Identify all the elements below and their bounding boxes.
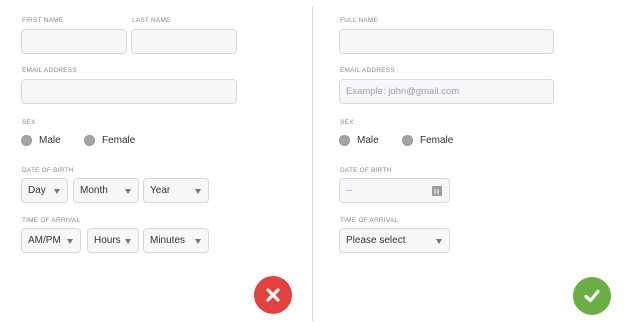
first-name-label: FIRST NAME <box>22 17 64 24</box>
radio-button[interactable] <box>402 134 413 146</box>
dob-year-select[interactable]: Year <box>143 178 209 203</box>
chevron-down-icon <box>67 239 73 244</box>
arrival-ampm-select[interactable]: AM/PM <box>21 228 81 253</box>
last-name-label: LAST NAME <box>132 17 171 24</box>
radio-button[interactable] <box>84 134 95 146</box>
select-value: Minutes <box>150 235 186 246</box>
radio-button[interactable] <box>21 134 32 146</box>
chevron-down-icon <box>195 239 201 244</box>
radio-label-male: Male <box>39 134 61 146</box>
email-field[interactable]: Example: john@gmail.com <box>339 79 554 104</box>
cancel-button[interactable] <box>254 276 292 314</box>
email-label: EMAIL ADDRESS <box>340 67 395 74</box>
dob-value: -- <box>346 185 353 196</box>
arrival-minutes-select[interactable]: Minutes <box>143 228 209 253</box>
first-name-field[interactable] <box>21 29 127 54</box>
email-field[interactable] <box>21 79 237 104</box>
dob-label: DATE OF BIRTH <box>340 167 392 174</box>
sex-label: SEX <box>22 119 36 126</box>
left-form-panel: FIRST NAME LAST NAME EMAIL ADDRESS SEX M… <box>0 0 312 327</box>
radio-label-female: Female <box>102 134 136 146</box>
chevron-down-icon <box>195 189 201 194</box>
chevron-down-icon <box>436 239 442 244</box>
arrival-label: TIME OF ARRIVAL <box>22 217 81 224</box>
full-name-field[interactable] <box>339 29 554 54</box>
last-name-field[interactable] <box>131 29 237 54</box>
arrival-select[interactable]: Please select <box>339 228 450 253</box>
sex-label: SEX <box>340 119 354 126</box>
dob-date-field[interactable]: -- <box>339 178 450 203</box>
right-form-panel: FULL NAME EMAIL ADDRESS Example: john@gm… <box>313 0 624 327</box>
check-icon <box>584 289 600 303</box>
select-value: Month <box>80 185 108 196</box>
chevron-down-icon <box>54 189 60 194</box>
select-value: Day <box>28 185 46 196</box>
sex-radio-male[interactable]: Male <box>339 133 379 147</box>
dob-day-select[interactable]: Day <box>21 178 68 203</box>
sex-radio-female[interactable]: Female <box>84 133 135 147</box>
dob-month-select[interactable]: Month <box>73 178 139 203</box>
select-value: Year <box>150 185 171 196</box>
arrival-hours-select[interactable]: Hours <box>87 228 139 253</box>
radio-label-female: Female <box>420 134 454 146</box>
radio-label-male: Male <box>357 134 379 146</box>
radio-button[interactable] <box>339 134 350 146</box>
chevron-down-icon <box>125 189 131 194</box>
full-name-label: FULL NAME <box>340 17 379 24</box>
arrival-label: TIME OF ARRIVAL <box>340 217 399 224</box>
dob-label: DATE OF BIRTH <box>22 167 74 174</box>
sex-radio-male[interactable]: Male <box>21 133 61 147</box>
select-value: Please select <box>346 235 406 246</box>
close-icon <box>266 288 280 302</box>
select-value: Hours <box>94 235 121 246</box>
select-value: AM/PM <box>28 235 61 246</box>
chevron-down-icon <box>125 239 131 244</box>
confirm-button[interactable] <box>573 277 611 315</box>
sex-radio-female[interactable]: Female <box>402 133 453 147</box>
email-placeholder: Example: john@gmail.com <box>346 86 460 97</box>
email-label: EMAIL ADDRESS <box>22 67 77 74</box>
calendar-icon[interactable] <box>432 186 442 196</box>
